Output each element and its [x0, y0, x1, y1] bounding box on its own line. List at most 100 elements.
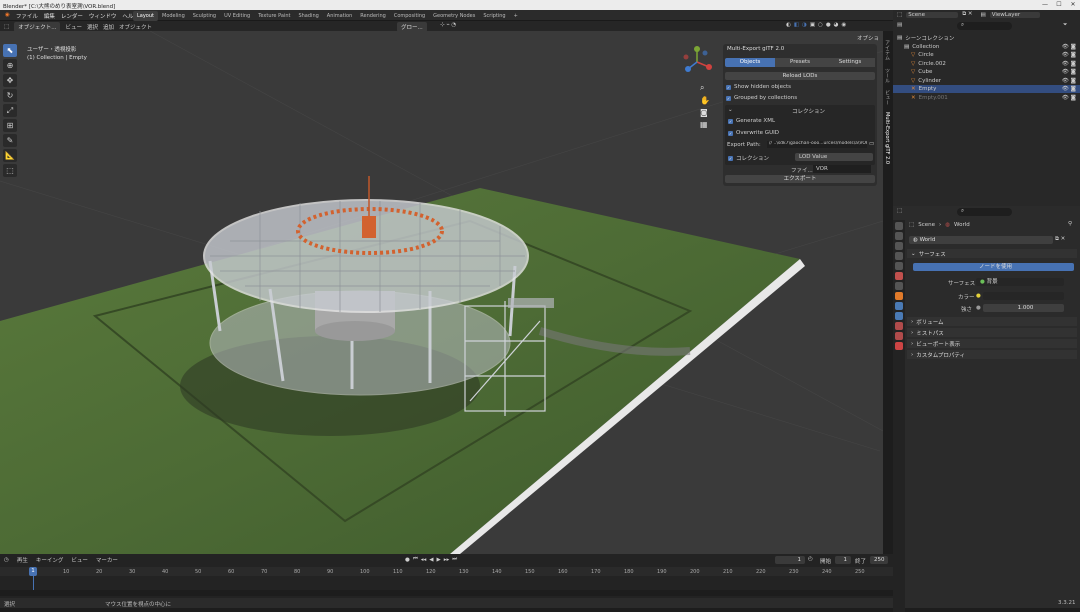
tab-geometry-nodes[interactable]: Geometry Nodes: [429, 11, 479, 21]
lod-value-select[interactable]: LOD Value: [795, 153, 873, 161]
tab-objects[interactable]: Objects: [725, 58, 775, 67]
menu-file[interactable]: ファイル: [16, 12, 38, 20]
mist-pass-section[interactable]: › ミストパス: [907, 328, 1077, 337]
cursor-tool-icon[interactable]: ⊕: [3, 59, 17, 72]
custom-properties-section[interactable]: › カスタムプロパティ: [907, 350, 1077, 359]
pin-icon[interactable]: ⚲: [1068, 221, 1072, 227]
scene-icon[interactable]: ⬚: [897, 12, 902, 18]
menu-render[interactable]: レンダー: [61, 12, 83, 20]
menu-playback[interactable]: 再生: [17, 556, 28, 564]
export-path-field[interactable]: // ..\sdk7\gaochan-ooo...urces\models\a\…: [767, 141, 867, 148]
visibility-toggle-icon[interactable]: 👁 ◙: [1062, 69, 1076, 75]
gizmo-icon[interactable]: ◧: [794, 22, 799, 28]
play-icon[interactable]: ▶: [437, 557, 441, 563]
camera-icon[interactable]: ◙: [700, 108, 710, 117]
visibility-toggle-icon[interactable]: 👁 ◙: [1062, 95, 1076, 101]
jump-end-icon[interactable]: ⏭: [452, 556, 457, 563]
modifier-tab-icon[interactable]: [895, 302, 903, 310]
outliner-item[interactable]: ✕ Empty.001 👁 ◙: [893, 94, 1080, 102]
physics-tab-icon[interactable]: [895, 312, 903, 320]
visibility-toggle-icon[interactable]: 👁 ◙: [1062, 61, 1076, 67]
shading-wire-icon[interactable]: ○: [818, 22, 823, 28]
strength-field[interactable]: 1.000: [983, 304, 1064, 312]
tab-uv-editing[interactable]: UV Editing: [220, 11, 254, 21]
overwrite-guid-checkbox[interactable]: ✓ Overwrite GUID: [728, 130, 779, 136]
zoom-icon[interactable]: ⌕: [700, 83, 710, 93]
record-icon[interactable]: ●: [405, 557, 410, 563]
tab-animation[interactable]: Animation: [323, 11, 357, 21]
prev-key-icon[interactable]: ◂◂: [421, 557, 427, 563]
collapse-icon[interactable]: ⌄: [728, 107, 733, 113]
visibility-toggle-icon[interactable]: 👁 ◙: [1062, 86, 1076, 92]
menu-marker[interactable]: マーカー: [96, 556, 118, 564]
filter-icon[interactable]: ⏷: [1063, 22, 1067, 29]
collection-checkbox[interactable]: ✓ コレクション: [728, 154, 769, 162]
shading-rendered-icon[interactable]: ◉: [841, 22, 846, 28]
blender-logo-icon[interactable]: ◉: [5, 12, 10, 20]
menu-view[interactable]: ビュー: [65, 23, 82, 31]
scene-name[interactable]: Scene: [906, 11, 959, 18]
tab-layout[interactable]: Layout: [133, 11, 158, 21]
properties-search[interactable]: ⌕: [957, 208, 1012, 216]
menu-select[interactable]: 選択: [87, 23, 98, 31]
generate-xml-checkbox[interactable]: ✓ Generate XML: [728, 118, 775, 124]
select-tool-icon[interactable]: ⬉: [3, 44, 17, 57]
folder-icon[interactable]: ▭: [869, 141, 874, 147]
tab-tool[interactable]: ツール: [884, 68, 891, 83]
display-mode-icon[interactable]: ▤: [897, 22, 902, 28]
world-datablock[interactable]: ◍ World: [909, 236, 1053, 244]
show-hidden-checkbox[interactable]: ✓ Show hidden objects: [726, 84, 791, 90]
viewlayer-name[interactable]: ViewLayer: [989, 11, 1040, 18]
scene-copy-icon[interactable]: ⧉ ✕: [962, 11, 972, 18]
collection-tab-icon[interactable]: [895, 282, 903, 290]
tab-compositing[interactable]: Compositing: [390, 11, 429, 21]
visibility-toggle-icon[interactable]: 👁 ◙: [1062, 78, 1076, 84]
tab-scripting[interactable]: Scripting: [479, 11, 509, 21]
render-tab-icon[interactable]: [895, 232, 903, 240]
file-field[interactable]: VOR: [813, 165, 871, 173]
add-workspace-button[interactable]: +: [510, 11, 522, 21]
visibility-toggle-icon[interactable]: 👁 ◙: [1062, 44, 1076, 50]
data-tab-icon[interactable]: [895, 332, 903, 340]
menu-add[interactable]: 追加: [103, 23, 114, 31]
tab-sculpting[interactable]: Sculpting: [189, 11, 220, 21]
scene-tab-icon[interactable]: [895, 262, 903, 270]
surface-section[interactable]: ⌄ サーフェス: [907, 249, 1077, 258]
outliner-item[interactable]: ▽ Cube 👁 ◙: [893, 68, 1080, 76]
minimize-icon[interactable]: —: [1040, 1, 1050, 9]
viewlayer-icon[interactable]: ▤: [981, 12, 986, 18]
tab-presets[interactable]: Presets: [775, 58, 825, 67]
pan-hand-icon[interactable]: ✋: [700, 96, 710, 105]
viewport-display-section[interactable]: › ビューポート表示: [907, 339, 1077, 348]
close-icon[interactable]: ✕: [1068, 1, 1078, 9]
overlay-icon[interactable]: ◑: [802, 22, 807, 28]
visibility-toggle-icon[interactable]: 👁 ◙: [1062, 52, 1076, 58]
snap-icon[interactable]: ⊹ ⌁ ◔: [440, 22, 456, 28]
playhead[interactable]: 1: [29, 567, 37, 576]
tab-modeling[interactable]: Modeling: [158, 11, 189, 21]
tab-rendering[interactable]: Rendering: [356, 11, 390, 21]
add-cube-tool-icon[interactable]: ⬚: [3, 164, 17, 177]
start-frame-field[interactable]: 1: [835, 556, 851, 564]
outliner-item[interactable]: ▤ Collection 👁 ◙: [893, 43, 1080, 51]
menu-object[interactable]: オブジェクト: [119, 23, 152, 31]
output-tab-icon[interactable]: [895, 242, 903, 250]
tab-multi-export[interactable]: Multi-Export glTF 2.0: [884, 112, 890, 164]
menu-window[interactable]: ウィンドウ: [89, 12, 117, 20]
scale-tool-icon[interactable]: ⤢: [3, 104, 17, 117]
maximize-icon[interactable]: ☐: [1054, 1, 1064, 9]
rotate-tool-icon[interactable]: ↻: [3, 89, 17, 102]
next-key-icon[interactable]: ▸▸: [444, 557, 450, 563]
outliner-item[interactable]: ▽ Circle 👁 ◙: [893, 51, 1080, 59]
jump-start-icon[interactable]: ⏮: [413, 556, 418, 563]
shading-material-icon[interactable]: ◕: [834, 22, 839, 28]
outliner-item[interactable]: ✕ Empty 👁 ◙: [893, 85, 1080, 93]
play-reverse-icon[interactable]: ◀: [429, 557, 433, 563]
navigation-gizmo[interactable]: [680, 45, 714, 79]
outliner-item[interactable]: ▽ Cylinder 👁 ◙: [893, 77, 1080, 85]
timeline-type-icon[interactable]: ◷: [4, 557, 9, 563]
visibility-icon[interactable]: ◐: [786, 22, 791, 28]
xray-icon[interactable]: ▣: [810, 22, 815, 28]
world-tab-icon[interactable]: [895, 272, 903, 280]
transform-tool-icon[interactable]: ⊞: [3, 119, 17, 132]
